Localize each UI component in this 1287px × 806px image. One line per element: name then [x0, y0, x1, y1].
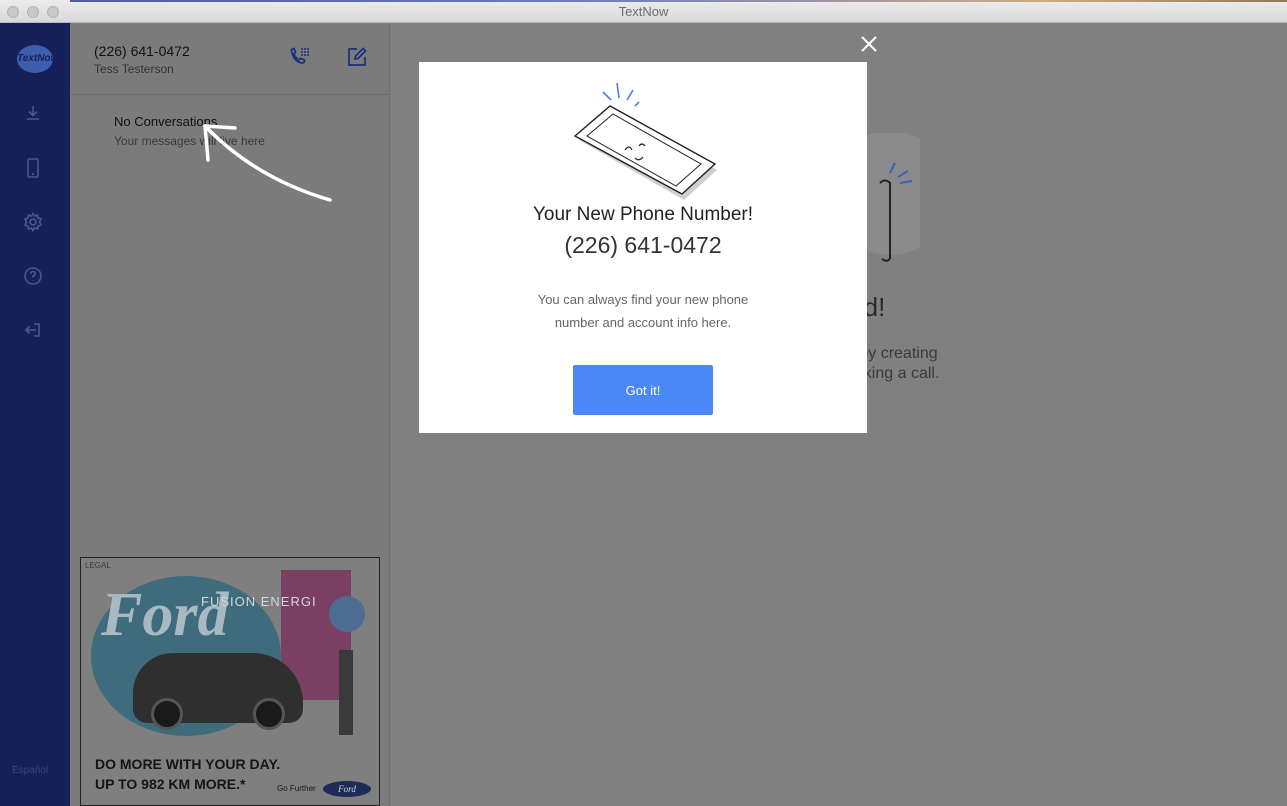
ad-model-text: FUSION ENERGI	[201, 594, 317, 609]
dialog-message: You can always find your new phone numbe…	[537, 292, 749, 330]
gear-icon[interactable]	[21, 210, 45, 234]
new-number-dialog: Your New Phone Number! (226) 641-0472 Yo…	[419, 62, 867, 433]
titlebar-strip	[70, 0, 1287, 2]
language-toggle[interactable]: Español	[12, 765, 48, 776]
dialpad-call-icon[interactable]	[288, 45, 312, 69]
ad-tagline-line-1: DO MORE WITH YOUR DAY.	[95, 756, 281, 772]
ad-charger-image	[339, 650, 353, 735]
ad-brand-text: Ford	[101, 581, 229, 649]
help-icon[interactable]	[21, 264, 45, 288]
ad-tagline-line-2: UP TO 982 KM MORE.*	[95, 776, 246, 792]
close-icon[interactable]	[858, 33, 880, 55]
window-titlebar: TextNow	[0, 0, 1287, 23]
account-header: (226) 641-0472 Tess Testerson	[70, 23, 390, 95]
dialog-phone-number: (226) 641-0472	[564, 232, 722, 258]
textnow-logo[interactable]: TextNow	[17, 45, 58, 73]
logout-icon[interactable]	[21, 318, 45, 342]
got-it-button[interactable]: Got it!	[573, 365, 713, 415]
window-title: TextNow	[618, 4, 669, 19]
compose-icon[interactable]	[345, 45, 369, 69]
phone-illustration	[573, 82, 717, 200]
ad-car-wheel	[151, 698, 183, 730]
ad-car-wheel	[253, 698, 285, 730]
account-name: Tess Testerson	[94, 62, 174, 76]
ad-sun-graphic	[329, 596, 365, 632]
ad-tagline: DO MORE WITH YOUR DAY. UP TO 982 KM MORE…	[95, 754, 280, 794]
ad-legal-label: LEGAL	[85, 561, 111, 570]
coachmark-arrow	[203, 124, 332, 202]
ad-slogan: Go Further	[277, 784, 316, 793]
phone-device-icon[interactable]	[21, 156, 45, 180]
ad-banner[interactable]: LEGAL Ford FUSION ENERGI DO MORE WITH YO…	[80, 557, 380, 806]
ad-ford-logo: Ford	[323, 781, 371, 797]
account-phone-number: (226) 641-0472	[94, 43, 190, 59]
download-icon[interactable]	[21, 101, 45, 125]
left-nav: TextNow Español	[0, 23, 70, 806]
dialog-title: Your New Phone Number!	[532, 204, 754, 225]
